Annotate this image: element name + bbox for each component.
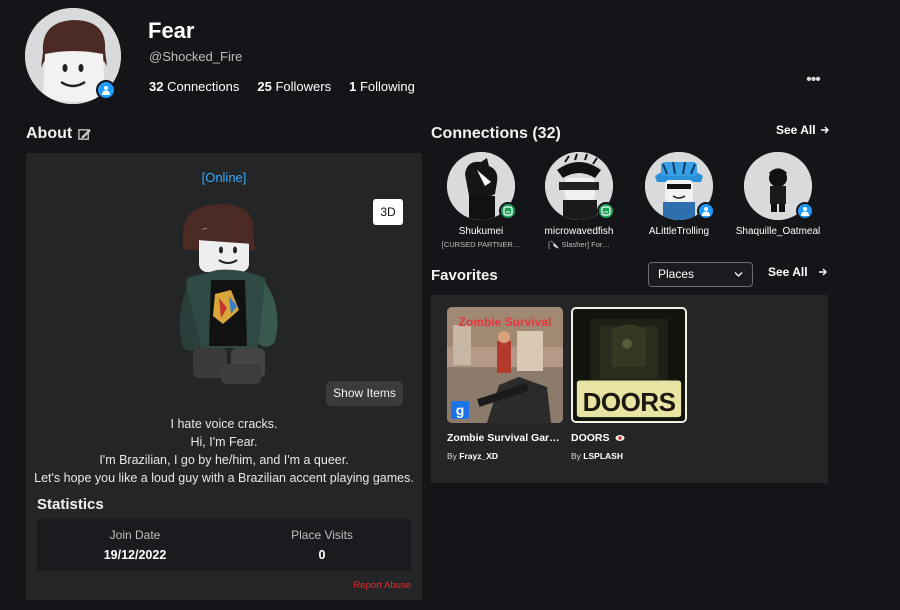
more-options-button[interactable]: ••• [803, 70, 823, 90]
favorites-filter-dropdown[interactable]: Places [648, 262, 753, 287]
game-card[interactable]: Zombie Survival g Zombie Survival Garr… … [447, 307, 563, 461]
following-count-link[interactable]: 1 Following [349, 79, 415, 94]
username: @Shocked_Fire [149, 49, 243, 64]
online-status-icon [697, 202, 715, 220]
favorites-heading: Favorites [431, 267, 498, 284]
game-name[interactable]: DOORS [571, 432, 687, 444]
followers-count-link[interactable]: 25 Followers [257, 79, 331, 94]
connection-card[interactable]: Shukumei [CURSED PARTNER… [431, 152, 531, 249]
connections-count-link[interactable]: 32 Connections [149, 79, 239, 94]
eye-icon [615, 435, 625, 442]
statistics-box: Join Date 19/12/2022 Place Visits 0 [37, 519, 411, 571]
connections-heading: Connections (32) [431, 125, 561, 142]
game-thumbnail[interactable]: Zombie Survival g [447, 307, 563, 423]
connections-see-all-link[interactable]: See All [776, 123, 830, 137]
connection-name: ALittleTrolling [648, 226, 710, 237]
online-status-text: [Online] [201, 170, 247, 185]
connection-status: [🔪 Slasher] For… [548, 240, 610, 249]
connection-name: microwavedfish [544, 226, 614, 237]
report-abuse-link[interactable]: Report Abuse [326, 580, 411, 591]
favorites-see-all-link[interactable]: See All [768, 265, 828, 279]
statistics-heading: Statistics [37, 496, 104, 513]
avatar[interactable] [744, 152, 814, 220]
in-game-icon [499, 202, 517, 220]
gmod-logo-icon: g [451, 401, 469, 419]
display-name: Fear [148, 18, 195, 43]
arrow-right-icon [820, 126, 829, 134]
profile-counts: 32 Connections 25 Followers 1 Following [149, 79, 415, 94]
connection-name: Shaquille_Oatmeal [735, 226, 821, 237]
about-panel: [Online] 3D Show Items I hate voice crac… [26, 153, 422, 600]
game-thumbnail[interactable]: DOORS [571, 307, 687, 423]
game-thumbnail-title: DOORS [582, 387, 676, 417]
arrow-right-icon [818, 268, 827, 276]
about-heading: About [26, 125, 92, 143]
connection-card[interactable]: Shaquille_Oatmeal [728, 152, 828, 237]
connection-card[interactable]: ALittleTrolling [629, 152, 729, 237]
chevron-down-icon [734, 272, 743, 277]
connection-card[interactable]: microwavedfish [🔪 Slasher] For… [529, 152, 629, 249]
game-thumbnail-title: Zombie Survival [458, 315, 552, 329]
join-date-stat: Join Date 19/12/2022 [103, 528, 167, 562]
favorites-panel: Zombie Survival g Zombie Survival Garr… … [431, 295, 828, 483]
avatar[interactable] [447, 152, 517, 220]
game-name[interactable]: Zombie Survival Garr… [447, 432, 563, 444]
game-creator: By LSPLASH [571, 451, 623, 461]
avatar-3d-view[interactable] [161, 198, 301, 398]
online-status-icon [96, 80, 116, 100]
toggle-3d-button[interactable]: 3D [373, 199, 403, 225]
game-creator: By Frayz_XD [447, 451, 499, 461]
online-status-icon [796, 202, 814, 220]
connection-name: Shukumei [458, 226, 504, 237]
game-card[interactable]: DOORS DOORS By LSPLASH [571, 307, 687, 461]
connection-status: [CURSED PARTNER… [441, 240, 521, 249]
edit-icon[interactable] [78, 128, 92, 141]
show-items-button[interactable]: Show Items [326, 381, 403, 406]
in-game-icon [597, 202, 615, 220]
bio-text: I hate voice cracks. Hi, I'm Fear. I'm B… [34, 417, 414, 485]
avatar[interactable] [545, 152, 615, 220]
avatar[interactable] [645, 152, 715, 220]
place-visits-stat: Place Visits 0 [291, 528, 353, 562]
